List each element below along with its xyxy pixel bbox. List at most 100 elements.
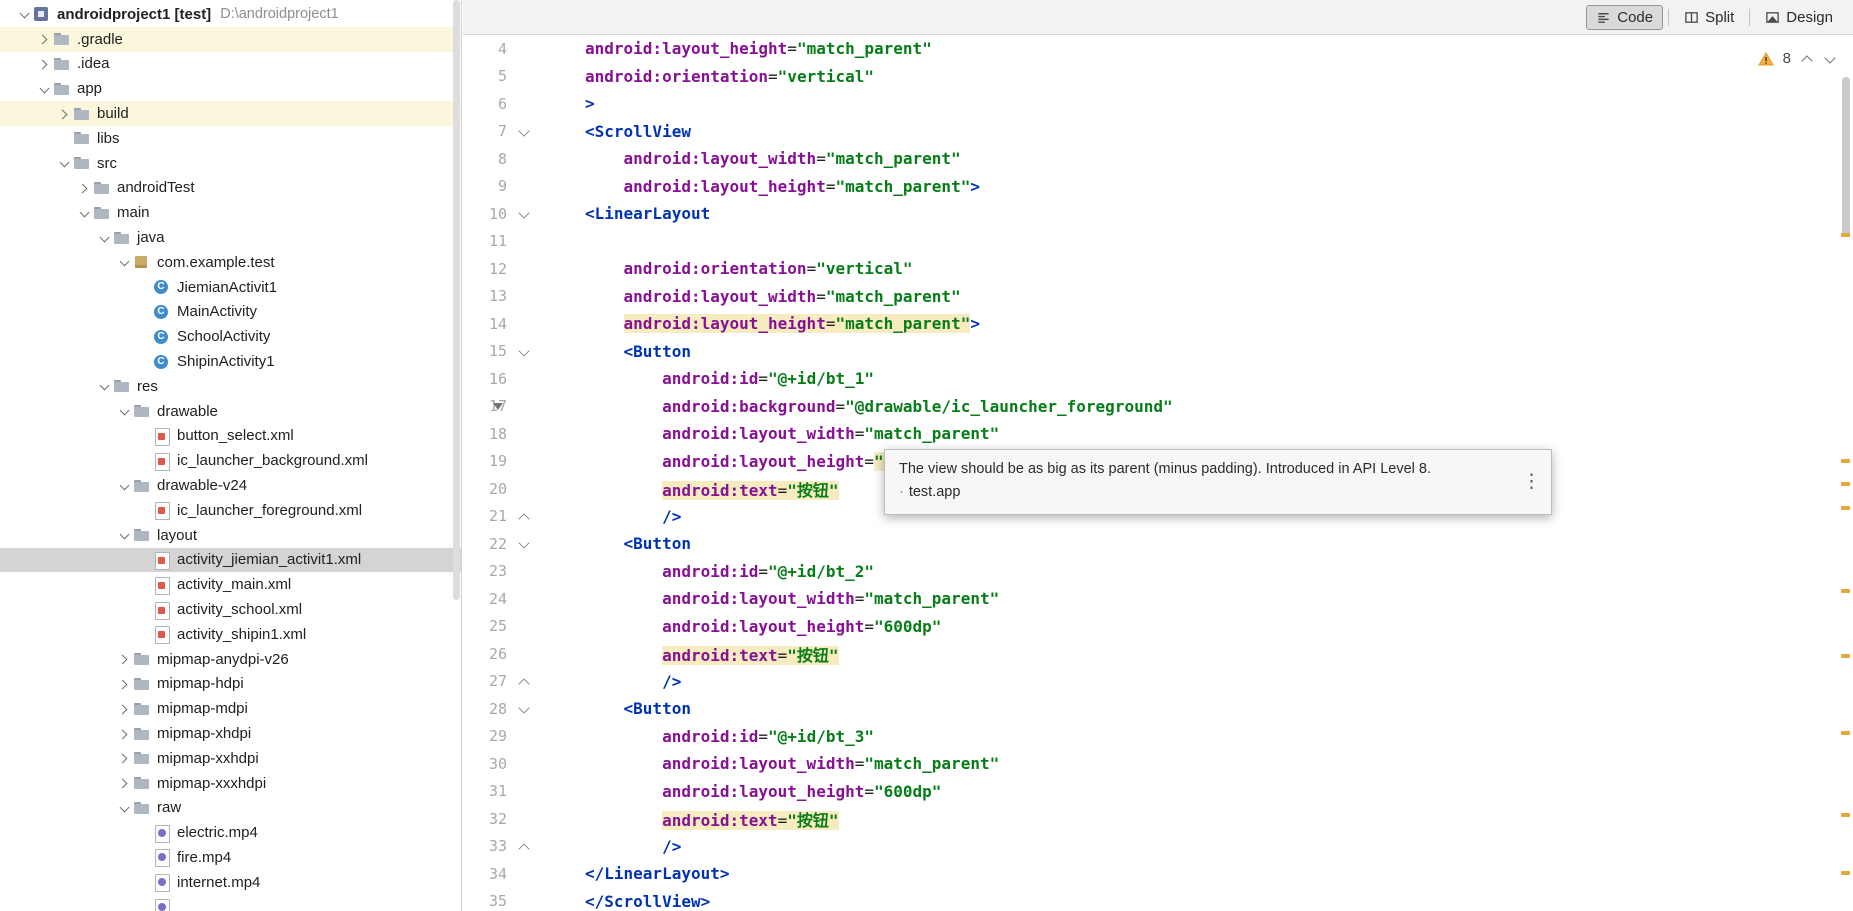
chevron-down-icon[interactable] [116, 478, 133, 494]
code-text[interactable]: android:text="按钮" [541, 807, 839, 831]
code-text[interactable]: > [541, 94, 595, 113]
code-text[interactable]: android:layout_height="match_parent"> [541, 314, 980, 334]
tree-item-shipinactivity1[interactable]: ShipinActivity1 [0, 349, 461, 374]
tree-item-res[interactable]: res [0, 374, 461, 399]
chevron-down-icon[interactable] [116, 800, 133, 816]
chevron-down-icon[interactable] [56, 155, 73, 171]
tree-item-androidproject1-test-[interactable]: androidproject1 [test] D:\androidproject1 [0, 2, 461, 27]
tree-item-electric-mp4[interactable]: electric.mp4 [0, 820, 461, 845]
code-text[interactable]: android:orientation="vertical" [541, 259, 913, 278]
code-mode-button[interactable]: Code [1586, 4, 1664, 30]
chevron-down-icon[interactable] [116, 527, 133, 543]
tree-item-androidtest[interactable]: androidTest [0, 176, 461, 201]
tree-item-fire-mp4[interactable]: fire.mp4 [0, 845, 461, 870]
chevron-right-icon[interactable] [116, 701, 133, 717]
inspection-widget[interactable]: 8 [1757, 50, 1837, 67]
tree-item-internet-mp4[interactable]: internet.mp4 [0, 870, 461, 895]
tree-item-build[interactable]: build [0, 101, 461, 126]
tree-item--gradle[interactable]: .gradle [0, 26, 461, 52]
warning-stripe-mark[interactable] [1841, 233, 1850, 237]
warning-stripe-mark[interactable] [1841, 731, 1850, 735]
project-panel-scrollbar[interactable] [453, 0, 460, 600]
split-mode-button[interactable]: Split [1674, 5, 1744, 30]
code-text[interactable]: <Button [541, 342, 691, 361]
fold-open-icon[interactable] [507, 338, 541, 366]
chevron-right-icon[interactable] [116, 676, 133, 692]
tree-item-ic-launcher-foreground-xml[interactable]: ic_launcher_foreground.xml [0, 498, 461, 523]
warning-stripe-mark[interactable] [1841, 459, 1850, 463]
tree-item-mipmap-xhdpi[interactable]: mipmap-xhdpi [0, 721, 461, 746]
tree-item-mipmap-xxxhdpi[interactable]: mipmap-xxxhdpi [0, 771, 461, 796]
tree-item-drawable[interactable]: drawable [0, 399, 461, 424]
warning-stripe-mark[interactable] [1841, 654, 1850, 658]
design-mode-button[interactable]: Design [1755, 5, 1843, 30]
code-text[interactable]: android:orientation="vertical" [541, 67, 874, 86]
chevron-right-icon[interactable] [116, 750, 133, 766]
code-text[interactable]: <ScrollView [541, 122, 691, 141]
tree-item-mipmap-mdpi[interactable]: mipmap-mdpi [0, 696, 461, 721]
code-text[interactable]: </LinearLayout> [541, 864, 730, 883]
tree-item-activity-shipin1-xml[interactable]: activity_shipin1.xml [0, 622, 461, 647]
fold-close-icon[interactable] [507, 503, 541, 531]
tree-item-app[interactable]: app [0, 76, 461, 101]
tree-item-partial[interactable] [0, 895, 461, 911]
fold-close-icon[interactable] [507, 833, 541, 861]
tree-item-activity-main-xml[interactable]: activity_main.xml [0, 572, 461, 597]
code-text[interactable]: android:text="按钮" [541, 477, 839, 501]
tree-item-raw[interactable]: raw [0, 796, 461, 821]
code-text[interactable]: android:layout_width="match_parent" [541, 149, 961, 168]
tree-item-mainactivity[interactable]: MainActivity [0, 300, 461, 325]
chevron-down-icon[interactable] [116, 254, 133, 270]
warning-stripe-mark[interactable] [1841, 871, 1850, 875]
chevron-right-icon[interactable] [36, 31, 53, 47]
warning-stripe-mark[interactable] [1841, 589, 1850, 593]
more-options-icon[interactable]: ⋮ [1522, 471, 1541, 494]
chevron-right-icon[interactable] [116, 775, 133, 791]
warning-stripe-mark[interactable] [1841, 482, 1850, 486]
tree-item-java[interactable]: java [0, 225, 461, 250]
tree-item-schoolactivity[interactable]: SchoolActivity [0, 324, 461, 349]
chevron-right-icon[interactable] [36, 56, 53, 72]
chevron-down-icon[interactable] [36, 81, 53, 97]
chevron-right-icon[interactable] [116, 651, 133, 667]
fold-open-icon[interactable] [507, 695, 541, 723]
previous-warning-icon[interactable] [1800, 52, 1814, 66]
code-text[interactable]: <Button [541, 699, 691, 718]
code-text[interactable]: /> [541, 837, 681, 856]
warning-stripe-mark[interactable] [1841, 506, 1850, 510]
tree-item-com-example-test[interactable]: com.example.test [0, 250, 461, 275]
code-text[interactable]: android:id="@+id/bt_2" [541, 562, 874, 581]
tree-item-activity-jiemian-activit1-xml[interactable]: activity_jiemian_activit1.xml [0, 547, 461, 573]
gutter-arrow-icon[interactable] [493, 393, 541, 421]
code-text[interactable]: /> [541, 507, 681, 526]
chevron-down-icon[interactable] [16, 6, 33, 22]
code-text[interactable]: android:layout_height="600dp" [541, 782, 941, 801]
code-text[interactable]: <Button [541, 534, 691, 553]
chevron-down-icon[interactable] [96, 230, 113, 246]
tree-item-main[interactable]: main [0, 200, 461, 225]
code-text[interactable]: android:layout_height="match_parent"> [541, 177, 980, 196]
tree-item-mipmap-hdpi[interactable]: mipmap-hdpi [0, 672, 461, 697]
tree-item-libs[interactable]: libs [0, 126, 461, 151]
code-text[interactable]: android:background="@drawable/ic_launche… [541, 397, 1173, 416]
tree-item-src[interactable]: src [0, 151, 461, 176]
tree-item-jiemianactivit1[interactable]: JiemianActivit1 [0, 275, 461, 300]
tree-item-mipmap-anydpi-v26[interactable]: mipmap-anydpi-v26 [0, 647, 461, 672]
tree-item-button-select-xml[interactable]: button_select.xml [0, 424, 461, 449]
chevron-right-icon[interactable] [116, 726, 133, 742]
code-text[interactable]: android:id="@+id/bt_3" [541, 727, 874, 746]
code-text[interactable]: android:text="按钮" [541, 642, 839, 666]
code-text[interactable]: android:id="@+id/bt_1" [541, 369, 874, 388]
tree-item-ic-launcher-background-xml[interactable]: ic_launcher_background.xml [0, 448, 461, 473]
code-text[interactable]: android:layout_width="match_parent" [541, 424, 999, 443]
next-warning-icon[interactable] [1823, 52, 1837, 66]
code-text[interactable]: android:layout_width="match_parent" [541, 287, 961, 306]
code-text[interactable]: android:layout_height="match_parent" [541, 39, 932, 58]
tree-item-activity-school-xml[interactable]: activity_school.xml [0, 597, 461, 622]
chevron-down-icon[interactable] [76, 205, 93, 221]
code-text[interactable]: /> [541, 672, 681, 691]
code-text[interactable]: <LinearLayout [541, 204, 710, 223]
code-text[interactable]: android:layout_height="600dp" [541, 617, 941, 636]
fold-open-icon[interactable] [507, 200, 541, 228]
tree-item--idea[interactable]: .idea [0, 52, 461, 77]
